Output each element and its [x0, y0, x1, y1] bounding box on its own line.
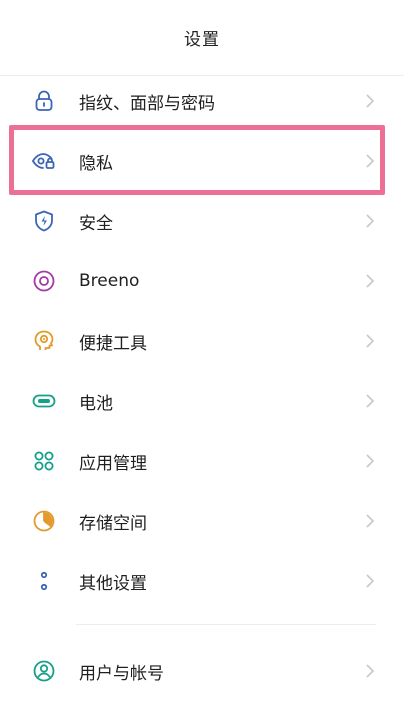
divider-line [76, 624, 376, 625]
dots-icon [31, 568, 57, 594]
chevron-right-icon [364, 573, 376, 589]
settings-item-label: 指纹、面部与密码 [79, 93, 215, 114]
section-divider [0, 611, 404, 641]
settings-item-label: 电池 [79, 393, 113, 414]
settings-item-security[interactable]: 安全 [0, 191, 404, 251]
settings-item-users-accounts[interactable]: 用户与帐号 [0, 641, 404, 701]
shield-bolt-icon [31, 208, 57, 234]
app-bar: 设置 [0, 0, 404, 76]
settings-item-label: 隐私 [79, 153, 113, 174]
chevron-right-icon [364, 513, 376, 529]
settings-item-other-settings[interactable]: 其他设置 [0, 551, 404, 611]
chevron-right-icon [364, 273, 376, 289]
chevron-right-icon [364, 333, 376, 349]
settings-item-privacy[interactable]: 隐私 [0, 131, 404, 191]
settings-item-label: Breeno [79, 271, 140, 291]
settings-item-label: 安全 [79, 213, 113, 234]
chevron-right-icon [364, 663, 376, 679]
settings-item-label: 用户与帐号 [79, 663, 164, 684]
breeno-ring-icon [31, 268, 57, 294]
settings-item-breeno[interactable]: Breeno [0, 251, 404, 311]
storage-pie-icon [31, 508, 57, 534]
chevron-right-icon [364, 453, 376, 469]
chevron-right-icon [364, 153, 376, 169]
chevron-right-icon [364, 93, 376, 109]
settings-item-battery[interactable]: 电池 [0, 371, 404, 431]
settings-screen: 设置 指纹、面部与密码 隐私 安全 Breeno 便捷工具 电池 应用管理 存储… [0, 0, 404, 709]
battery-icon [31, 388, 57, 414]
settings-item-app-management[interactable]: 应用管理 [0, 431, 404, 491]
settings-item-label: 便捷工具 [79, 333, 147, 354]
settings-item-label: 其他设置 [79, 573, 147, 594]
page-title: 设置 [184, 30, 220, 50]
chevron-right-icon [364, 393, 376, 409]
head-idea-icon [31, 328, 57, 354]
apps-grid-icon [31, 448, 57, 474]
user-icon [31, 658, 57, 684]
eye-lock-icon [31, 148, 57, 174]
lock-icon [31, 88, 57, 114]
settings-item-label: 存储空间 [79, 513, 147, 534]
settings-item-fingerprint-face-password[interactable]: 指纹、面部与密码 [0, 71, 404, 131]
settings-list: 指纹、面部与密码 隐私 安全 Breeno 便捷工具 电池 应用管理 存储空间 … [0, 71, 404, 701]
settings-item-convenience-tools[interactable]: 便捷工具 [0, 311, 404, 371]
settings-item-storage[interactable]: 存储空间 [0, 491, 404, 551]
chevron-right-icon [364, 213, 376, 229]
settings-item-label: 应用管理 [79, 453, 147, 474]
